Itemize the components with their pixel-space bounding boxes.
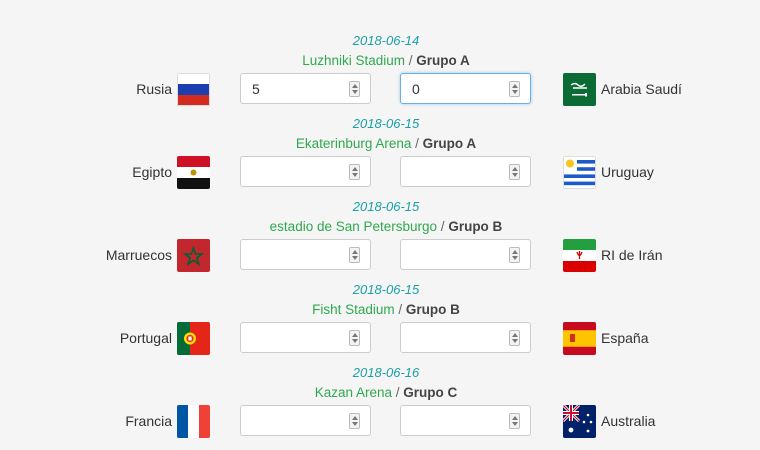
match-row: 2018-06-14 Luzhniki Stadium / Grupo A Ru… bbox=[0, 33, 760, 116]
away-team-name: Arabia Saudí bbox=[601, 81, 682, 97]
score-spinner[interactable] bbox=[509, 330, 520, 346]
russia-flag-icon bbox=[177, 73, 210, 106]
away-score-input[interactable] bbox=[400, 239, 531, 270]
spinner-up-icon[interactable] bbox=[352, 333, 358, 337]
spinner-up-icon[interactable] bbox=[512, 84, 518, 88]
spinner-down-icon[interactable] bbox=[352, 339, 358, 343]
spinner-down-icon[interactable] bbox=[512, 173, 518, 177]
venue-separator: / bbox=[411, 136, 423, 151]
match-row: 2018-06-16 Kazan Arena / Grupo C Francia… bbox=[0, 365, 760, 448]
away-score-input[interactable] bbox=[400, 322, 531, 353]
away-team-name: España bbox=[601, 330, 649, 346]
spinner-down-icon[interactable] bbox=[512, 422, 518, 426]
away-score-value: 0 bbox=[412, 81, 420, 97]
spinner-up-icon[interactable] bbox=[512, 250, 518, 254]
group-name: Grupo B bbox=[448, 219, 503, 234]
spinner-up-icon[interactable] bbox=[352, 167, 358, 171]
stadium-name: Fisht Stadium bbox=[312, 302, 395, 317]
score-spinner[interactable] bbox=[509, 413, 520, 429]
spinner-up-icon[interactable] bbox=[512, 333, 518, 337]
match-row: 2018-06-15 Fisht Stadium / Grupo B Portu… bbox=[0, 282, 760, 365]
morocco-flag-icon bbox=[177, 239, 210, 272]
match-date: 2018-06-15 bbox=[352, 282, 420, 297]
home-team-name: Rusia bbox=[136, 81, 172, 97]
spinner-down-icon[interactable] bbox=[352, 90, 358, 94]
match-venue: estadio de San Petersburgo / Grupo B bbox=[0, 218, 760, 235]
away-score-input[interactable] bbox=[400, 405, 531, 436]
match-venue: Fisht Stadium / Grupo B bbox=[0, 301, 760, 318]
home-team-name: Egipto bbox=[132, 164, 172, 180]
match-row: 2018-06-15 estadio de San Petersburgo / … bbox=[0, 199, 760, 282]
match-venue: Luzhniki Stadium / Grupo A bbox=[0, 52, 760, 69]
away-team-name: Australia bbox=[601, 413, 656, 429]
spinner-down-icon[interactable] bbox=[512, 339, 518, 343]
home-score-input[interactable] bbox=[240, 322, 371, 353]
away-team-name: RI de Irán bbox=[601, 247, 663, 263]
portugal-flag-icon bbox=[177, 322, 210, 355]
home-score-input[interactable] bbox=[240, 156, 371, 187]
home-score-value: 5 bbox=[252, 81, 260, 97]
france-flag-icon bbox=[177, 405, 210, 438]
iran-flag-icon bbox=[563, 239, 596, 272]
venue-separator: / bbox=[392, 385, 404, 400]
spain-flag-icon bbox=[563, 322, 596, 355]
score-spinner[interactable] bbox=[349, 413, 360, 429]
group-name: Grupo B bbox=[405, 302, 460, 317]
score-spinner[interactable] bbox=[509, 81, 520, 97]
match-row: 2018-06-15 Ekaterinburg Arena / Grupo A … bbox=[0, 116, 760, 199]
spinner-up-icon[interactable] bbox=[352, 84, 358, 88]
spinner-down-icon[interactable] bbox=[512, 90, 518, 94]
away-score-input[interactable]: 0 bbox=[400, 73, 531, 104]
match-date: 2018-06-14 bbox=[352, 33, 420, 48]
score-spinner[interactable] bbox=[349, 330, 360, 346]
home-team-name: Portugal bbox=[119, 330, 172, 346]
spinner-down-icon[interactable] bbox=[352, 173, 358, 177]
saudi-arabia-flag-icon bbox=[563, 73, 596, 106]
venue-separator: / bbox=[405, 53, 417, 68]
match-venue: Ekaterinburg Arena / Grupo A bbox=[0, 135, 760, 152]
score-spinner[interactable] bbox=[349, 247, 360, 263]
score-spinner[interactable] bbox=[509, 164, 520, 180]
spinner-up-icon[interactable] bbox=[512, 416, 518, 420]
score-spinner[interactable] bbox=[509, 247, 520, 263]
home-score-input[interactable]: 5 bbox=[240, 73, 371, 104]
venue-separator: / bbox=[437, 219, 449, 234]
spinner-up-icon[interactable] bbox=[512, 167, 518, 171]
match-date: 2018-06-15 bbox=[352, 116, 420, 131]
score-spinner[interactable] bbox=[349, 81, 360, 97]
stadium-name: estadio de San Petersburgo bbox=[269, 219, 438, 234]
home-score-input[interactable] bbox=[240, 239, 371, 270]
group-name: Grupo A bbox=[422, 136, 477, 151]
match-date: 2018-06-15 bbox=[352, 199, 420, 214]
spinner-down-icon[interactable] bbox=[352, 422, 358, 426]
stadium-name: Ekaterinburg Arena bbox=[295, 136, 412, 151]
match-date: 2018-06-16 bbox=[352, 365, 420, 380]
venue-separator: / bbox=[394, 302, 406, 317]
away-team-name: Uruguay bbox=[601, 164, 654, 180]
home-score-input[interactable] bbox=[240, 405, 371, 436]
spinner-down-icon[interactable] bbox=[352, 256, 358, 260]
home-team-name: Marruecos bbox=[105, 247, 172, 263]
spinner-up-icon[interactable] bbox=[352, 250, 358, 254]
uruguay-flag-icon bbox=[563, 156, 596, 189]
stadium-name: Luzhniki Stadium bbox=[302, 53, 406, 68]
stadium-name: Kazan Arena bbox=[314, 385, 393, 400]
spinner-down-icon[interactable] bbox=[512, 256, 518, 260]
egypt-flag-icon bbox=[177, 156, 210, 189]
spinner-up-icon[interactable] bbox=[352, 416, 358, 420]
home-team-name: Francia bbox=[125, 413, 172, 429]
australia-flag-icon bbox=[563, 405, 596, 438]
away-score-input[interactable] bbox=[400, 156, 531, 187]
score-spinner[interactable] bbox=[349, 164, 360, 180]
group-name: Grupo C bbox=[403, 385, 458, 400]
group-name: Grupo A bbox=[416, 53, 470, 68]
match-venue: Kazan Arena / Grupo C bbox=[0, 384, 760, 401]
